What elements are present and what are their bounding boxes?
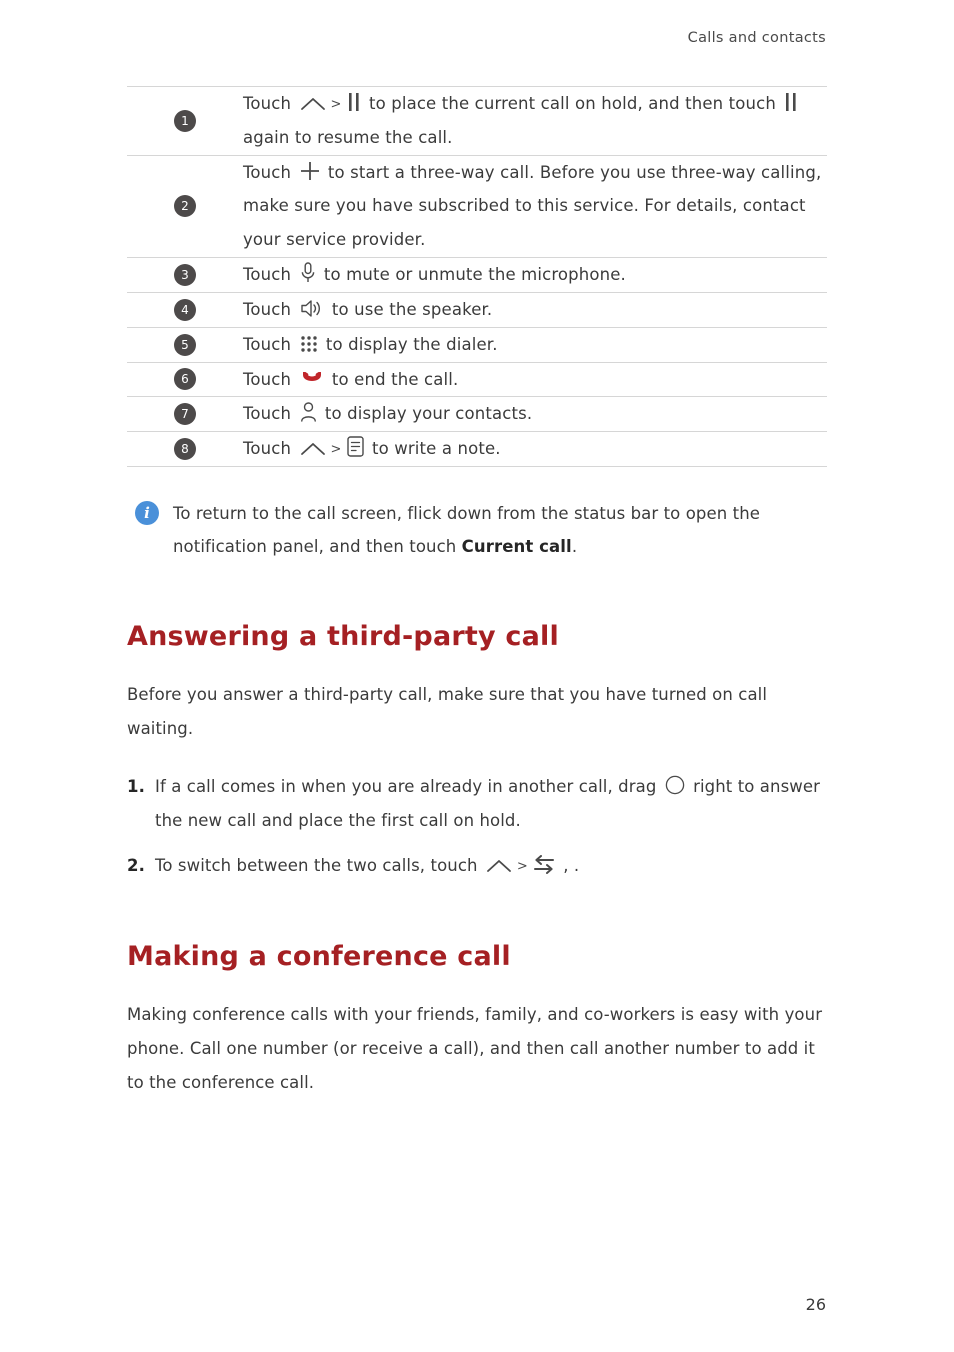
- text-run: Touch: [243, 162, 297, 182]
- note-icon: [346, 436, 364, 457]
- note-text-after: .: [571, 536, 578, 556]
- text-run: to use the speaker.: [326, 299, 493, 319]
- row-number-cell: 3: [127, 258, 243, 293]
- table-row: 5 Touch to display the dialer.: [127, 327, 827, 362]
- row-number-cell: 1: [127, 87, 243, 156]
- path-separator: >: [516, 858, 528, 874]
- list-item: 1. If a call comes in when you are alread…: [127, 770, 827, 838]
- table-body: 1 Touch > to place the current call on ho…: [127, 86, 827, 467]
- pause-icon: [347, 92, 361, 112]
- row-description-cell: Touch > to place the current call on hol…: [243, 87, 827, 156]
- table-row: 4 Touch to use the speaker.: [127, 292, 827, 328]
- text-run: to end the call.: [326, 369, 459, 389]
- text-run: Touch: [243, 334, 297, 354]
- row-description-cell: Touch to display your contacts.: [243, 397, 827, 432]
- text-run: to display your contacts.: [319, 404, 533, 424]
- text-run: Touch: [243, 369, 297, 389]
- text-run: Touch: [243, 299, 297, 319]
- text-run: To switch between the two calls, touch: [155, 855, 483, 875]
- text-run: Touch: [243, 439, 297, 459]
- chevron-up-icon: [300, 96, 326, 112]
- row-number-cell: 5: [127, 327, 243, 362]
- section-heading: Making a conference call: [127, 940, 511, 972]
- row-description-cell: Touch > to write a note.: [243, 432, 827, 467]
- circle-handle-icon: [665, 775, 685, 795]
- row-description-cell: Touch to start a three-way call. Before …: [243, 155, 827, 257]
- section-heading: Answering a third-party call: [127, 620, 559, 652]
- table-row: 8 Touch > to write a note.: [127, 432, 827, 467]
- text-run: Touch: [243, 404, 297, 424]
- table-row: 6 Touch to end the call.: [127, 362, 827, 397]
- text-run: Touch: [243, 265, 297, 285]
- page-content: 1 Touch > to place the current call on ho…: [127, 86, 827, 1100]
- swap-calls-icon: [533, 854, 555, 874]
- tip-note: i To return to the call screen, flick do…: [127, 497, 827, 563]
- page-number: 26: [805, 1295, 826, 1314]
- number-badge: 1: [174, 109, 196, 132]
- section-paragraph: Making conference calls with your friend…: [127, 1004, 823, 1092]
- text-run: to display the dialer.: [320, 334, 498, 354]
- note-bold-term: Current call: [461, 536, 572, 556]
- call-controls-table: 1 Touch > to place the current call on ho…: [127, 86, 827, 467]
- number-badge: 3: [174, 263, 196, 286]
- text-run: to write a note.: [366, 439, 501, 459]
- chevron-up-icon: [486, 858, 512, 874]
- number-badge: 8: [174, 438, 196, 461]
- plus-icon: [300, 161, 320, 181]
- table-row: 3 Touch to mute or unmute the microphone.: [127, 258, 827, 293]
- text-run: to start a three-way call. Before you us…: [243, 162, 822, 250]
- text-run: to place the current call on hold, and t…: [363, 94, 782, 113]
- row-description-cell: Touch to end the call.: [243, 362, 827, 397]
- path-separator: >: [330, 442, 342, 458]
- text-run: Touch: [243, 94, 297, 113]
- number-badge: 5: [174, 333, 196, 356]
- pause-icon: [784, 92, 798, 112]
- chevron-up-icon: [300, 441, 326, 457]
- text-run: , .: [557, 855, 580, 875]
- step-number: 2.: [127, 855, 145, 875]
- note-text: To return to the call screen, flick down…: [173, 504, 760, 556]
- number-badge: 2: [174, 195, 196, 218]
- number-badge: 6: [174, 368, 196, 391]
- path-separator: >: [330, 97, 342, 112]
- step-list: 1. If a call comes in when you are alread…: [127, 770, 827, 882]
- dialpad-icon: [300, 335, 318, 353]
- sections-host: Answering a third-party call Before you a…: [127, 621, 827, 1100]
- row-number-cell: 6: [127, 362, 243, 397]
- info-icon: i: [135, 500, 159, 525]
- end-call-icon: [300, 371, 324, 388]
- number-badge: 7: [174, 403, 196, 426]
- text-run: to mute or unmute the microphone.: [318, 265, 626, 285]
- row-description-cell: Touch to use the speaker.: [243, 292, 827, 327]
- row-description-cell: Touch to mute or unmute the microphone.: [243, 258, 827, 293]
- row-number-cell: 7: [127, 397, 243, 432]
- row-number-cell: 4: [127, 292, 243, 327]
- microphone-icon: [300, 262, 316, 283]
- text-run: again to resume the call.: [243, 127, 453, 147]
- document-page: Calls and contacts 1 Touch > to place the…: [0, 0, 954, 1352]
- table-row: 2 Touch to start a three-way call. Before…: [127, 155, 827, 258]
- section-paragraph: Before you answer a third-party call, ma…: [127, 684, 768, 739]
- row-description-cell: Touch to display the dialer.: [243, 327, 827, 362]
- row-number-cell: 2: [127, 155, 243, 257]
- list-item: 2. To switch between the two calls, touch…: [127, 849, 827, 883]
- text-run: If a call comes in when you are already …: [155, 777, 662, 797]
- speaker-icon: [300, 299, 324, 318]
- contact-person-icon: [300, 402, 317, 423]
- running-header: Calls and contacts: [687, 30, 826, 46]
- table-row: 7 Touch to display your contacts.: [127, 397, 827, 432]
- number-badge: 4: [174, 298, 196, 321]
- row-number-cell: 8: [127, 432, 243, 467]
- step-number: 1.: [127, 777, 145, 797]
- table-row: 1 Touch > to place the current call on ho…: [127, 86, 827, 156]
